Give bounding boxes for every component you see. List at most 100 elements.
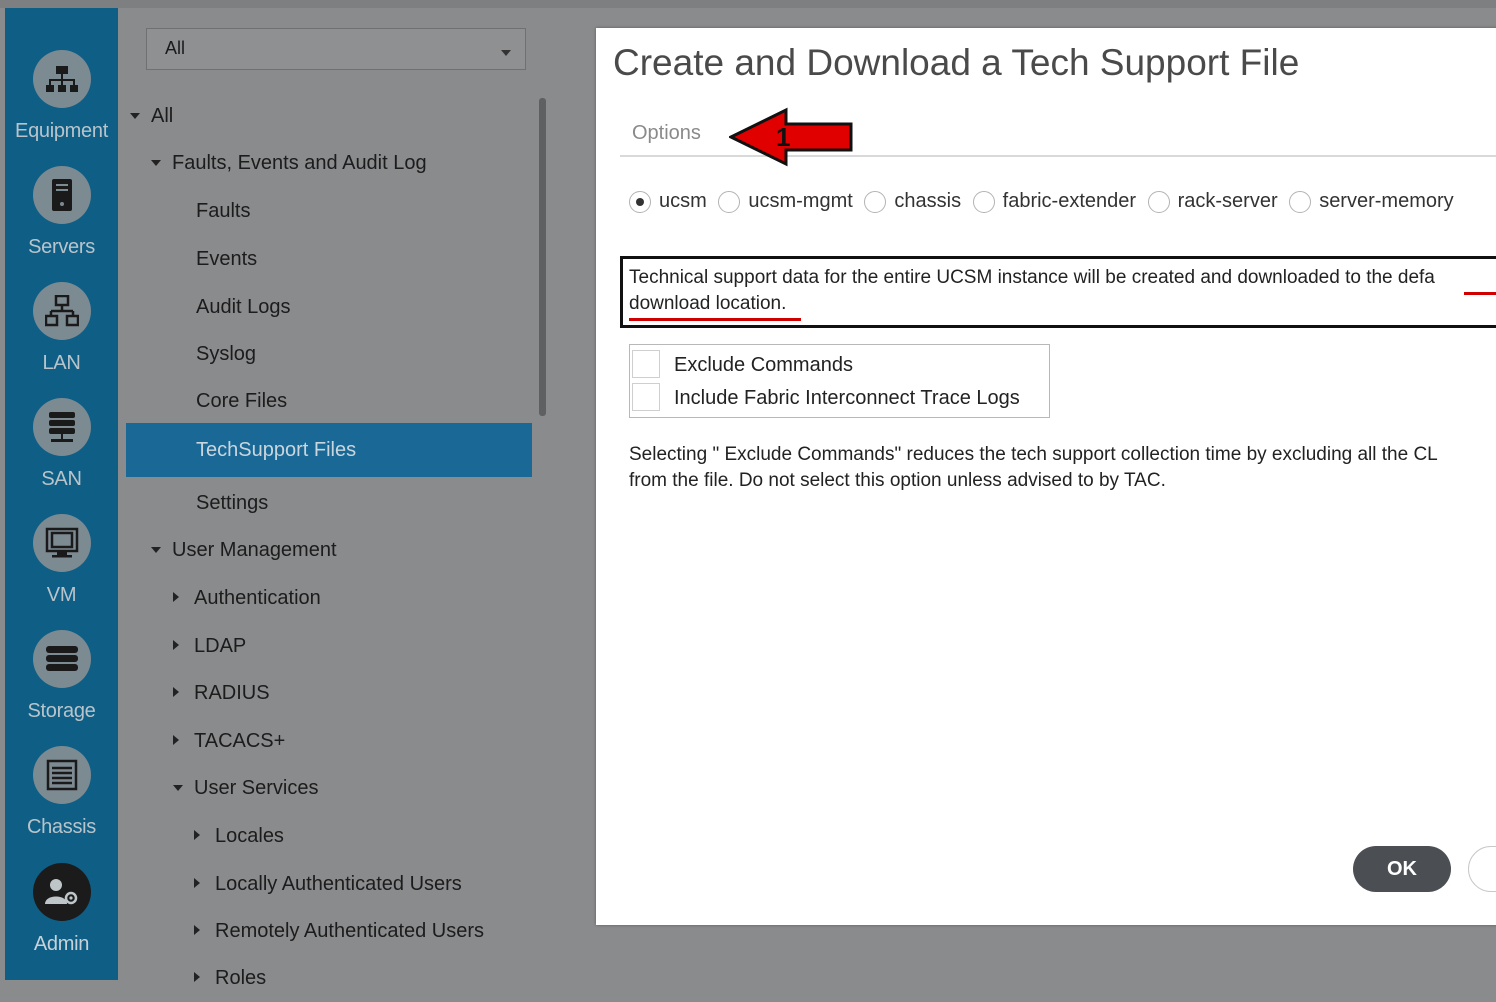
rail-label-equipment: Equipment bbox=[15, 120, 108, 142]
tree-item[interactable]: All bbox=[118, 92, 532, 140]
ok-button[interactable]: OK bbox=[1353, 846, 1451, 892]
radio-group-scope: ucsm ucsm-mgmt chassis fabric-extender r… bbox=[629, 190, 1460, 218]
caret-down-icon[interactable] bbox=[151, 160, 161, 166]
navigation-tree-panel: All All Faults, Events and Audit Log Fault… bbox=[118, 8, 560, 989]
tree-item[interactable]: RADIUS bbox=[118, 669, 532, 717]
tree-item[interactable]: Core Files bbox=[118, 377, 532, 425]
radio-option-ucsm-mgmt[interactable]: ucsm-mgmt bbox=[718, 190, 853, 213]
help-line-1: Selecting " Exclude Commands" reduces th… bbox=[629, 444, 1438, 465]
tab-options[interactable]: Options bbox=[632, 122, 701, 145]
help-line-2: from the file. Do not select this option… bbox=[629, 470, 1166, 491]
caret-right-icon[interactable] bbox=[173, 640, 179, 650]
caret-down-icon[interactable] bbox=[173, 785, 183, 791]
rail-label-chassis: Chassis bbox=[26, 816, 97, 838]
tree-item-label: RADIUS bbox=[194, 682, 270, 704]
caret-right-icon[interactable] bbox=[173, 687, 179, 697]
radio-label: fabric-extender bbox=[1002, 190, 1137, 213]
caret-right-icon[interactable] bbox=[173, 735, 179, 745]
chevron-down-icon bbox=[501, 50, 511, 56]
admin-icon bbox=[33, 863, 91, 921]
radio-label: rack-server bbox=[1177, 190, 1278, 213]
radio-option-server-memory[interactable]: server-memory bbox=[1289, 190, 1454, 213]
annotation-number: 1 bbox=[776, 122, 790, 152]
rail-item-chassis[interactable]: Chassis bbox=[5, 746, 118, 862]
tree-item[interactable]: TACACS+ bbox=[118, 717, 532, 765]
san-icon bbox=[33, 398, 91, 456]
rail-item-vm[interactable]: VM bbox=[5, 514, 118, 630]
tree-item[interactable]: Locally Authenticated Users bbox=[118, 860, 532, 908]
tree-item[interactable]: User Services bbox=[118, 764, 532, 812]
radio-button[interactable] bbox=[1289, 190, 1312, 213]
annotation-underline bbox=[1464, 292, 1496, 295]
radio-label: server-memory bbox=[1319, 190, 1454, 213]
tree-item[interactable]: Faults bbox=[118, 187, 532, 235]
filter-select[interactable]: All bbox=[146, 28, 526, 70]
radio-button[interactable] bbox=[629, 190, 651, 213]
caret-down-icon[interactable] bbox=[151, 547, 161, 553]
radio-label: ucsm-mgmt bbox=[748, 190, 853, 213]
tree-item[interactable]: Locales bbox=[118, 812, 532, 860]
tree-item-label: All bbox=[151, 105, 174, 127]
options-checkbox-group: Exclude Commands Include Fabric Intercon… bbox=[629, 344, 1050, 418]
rail-item-san[interactable]: SAN bbox=[5, 398, 118, 514]
rail-label-san: SAN bbox=[41, 468, 82, 490]
radio-option-ucsm[interactable]: ucsm bbox=[629, 190, 707, 213]
checkbox[interactable] bbox=[632, 350, 660, 378]
tree-item-label: Locales bbox=[215, 825, 284, 847]
radio-button[interactable] bbox=[864, 190, 887, 213]
tree-item[interactable]: TechSupport Files bbox=[126, 423, 532, 477]
tree-item[interactable]: Syslog bbox=[118, 330, 532, 378]
tree-item-label: TACACS+ bbox=[194, 730, 286, 752]
caret-right-icon[interactable] bbox=[173, 592, 179, 602]
caret-right-icon[interactable] bbox=[194, 925, 200, 935]
rail-label-storage: Storage bbox=[27, 700, 96, 722]
tree-item[interactable]: LDAP bbox=[118, 622, 532, 670]
tree-scrollbar[interactable] bbox=[539, 98, 546, 416]
radio-option-fabric-extender[interactable]: fabric-extender bbox=[972, 190, 1137, 213]
rail-item-storage[interactable]: Storage bbox=[5, 630, 118, 746]
checkbox-label: Exclude Commands bbox=[674, 354, 853, 376]
radio-button[interactable] bbox=[972, 190, 995, 213]
lan-icon bbox=[33, 282, 91, 340]
tree-item-label: Roles bbox=[215, 967, 267, 989]
rail-item-admin[interactable]: Admin bbox=[5, 863, 118, 979]
tree-item[interactable]: Roles bbox=[118, 954, 532, 1002]
rail-item-servers[interactable]: Servers bbox=[5, 166, 118, 282]
rail-item-equipment[interactable]: Equipment bbox=[5, 50, 118, 166]
tree-item[interactable]: Remotely Authenticated Users bbox=[118, 907, 532, 955]
checkbox-label: Include Fabric Interconnect Trace Logs bbox=[674, 387, 1020, 409]
help-text: Selecting " Exclude Commands" reduces th… bbox=[629, 442, 1496, 494]
tree-item[interactable]: Faults, Events and Audit Log bbox=[118, 139, 532, 187]
tree-item-label: User Services bbox=[194, 777, 319, 799]
caret-right-icon[interactable] bbox=[194, 972, 200, 982]
radio-button[interactable] bbox=[1147, 190, 1170, 213]
radio-option-chassis[interactable]: chassis bbox=[864, 190, 961, 213]
tree-item-label: Audit Logs bbox=[196, 296, 291, 318]
top-strip bbox=[0, 0, 1496, 8]
caret-down-icon[interactable] bbox=[130, 113, 140, 119]
radio-button[interactable] bbox=[718, 190, 741, 213]
notice-line-2: download location. bbox=[629, 293, 787, 314]
tree-item[interactable]: Authentication bbox=[118, 574, 532, 622]
tree-item[interactable]: User Management bbox=[118, 526, 532, 574]
tree-item-label: Authentication bbox=[194, 587, 321, 609]
checkbox[interactable] bbox=[632, 383, 660, 411]
tree-item[interactable]: Events bbox=[118, 235, 532, 283]
tree-item[interactable]: Audit Logs bbox=[118, 283, 532, 331]
tree-item-label: Events bbox=[196, 248, 258, 270]
cancel-button[interactable] bbox=[1468, 846, 1496, 892]
tree-item-label: Settings bbox=[196, 492, 269, 514]
rail-item-lan[interactable]: LAN bbox=[5, 282, 118, 398]
caret-right-icon[interactable] bbox=[194, 878, 200, 888]
tree-item-label: LDAP bbox=[194, 635, 247, 657]
tree-item-label: Syslog bbox=[196, 343, 257, 365]
caret-right-icon[interactable] bbox=[194, 830, 200, 840]
tree-item[interactable]: Settings bbox=[118, 479, 532, 527]
tree-item-label: Faults bbox=[196, 200, 251, 222]
tree-item-label: Core Files bbox=[196, 390, 288, 412]
radio-label: ucsm bbox=[659, 190, 707, 213]
chassis-icon bbox=[33, 746, 91, 804]
tree-item-label: User Management bbox=[172, 539, 337, 561]
radio-option-rack-server[interactable]: rack-server bbox=[1147, 190, 1278, 213]
servers-icon bbox=[33, 166, 91, 224]
